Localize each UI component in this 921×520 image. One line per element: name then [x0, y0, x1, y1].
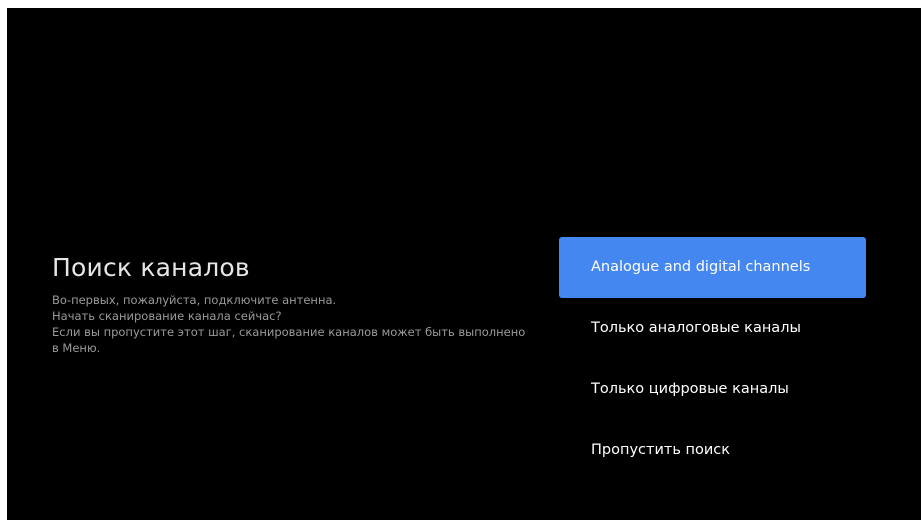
- page-title: Поиск каналов: [52, 253, 250, 282]
- description-line: Во-первых, пожалуйста, подключите антенн…: [52, 293, 337, 307]
- description-line: Если вы пропустите этот шаг, сканировани…: [52, 325, 526, 339]
- info-panel: Поиск каналов Во-первых, пожалуйста, под…: [52, 253, 552, 356]
- option-digital-only[interactable]: Только цифровые каналы: [559, 359, 866, 420]
- description-text: Во-первых, пожалуйста, подключите антенн…: [52, 292, 552, 356]
- option-skip-search[interactable]: Пропустить поиск: [559, 420, 866, 481]
- channel-search-screen: Поиск каналов Во-первых, пожалуйста, под…: [7, 8, 921, 520]
- option-analogue-and-digital[interactable]: Analogue and digital channels: [559, 237, 866, 298]
- description-line: Начать сканирование канала сейчас?: [52, 309, 282, 323]
- description-line: в Меню.: [52, 341, 101, 355]
- scan-options-menu: Analogue and digital channels Только ана…: [559, 237, 866, 481]
- option-analogue-only[interactable]: Только аналоговые каналы: [559, 298, 866, 359]
